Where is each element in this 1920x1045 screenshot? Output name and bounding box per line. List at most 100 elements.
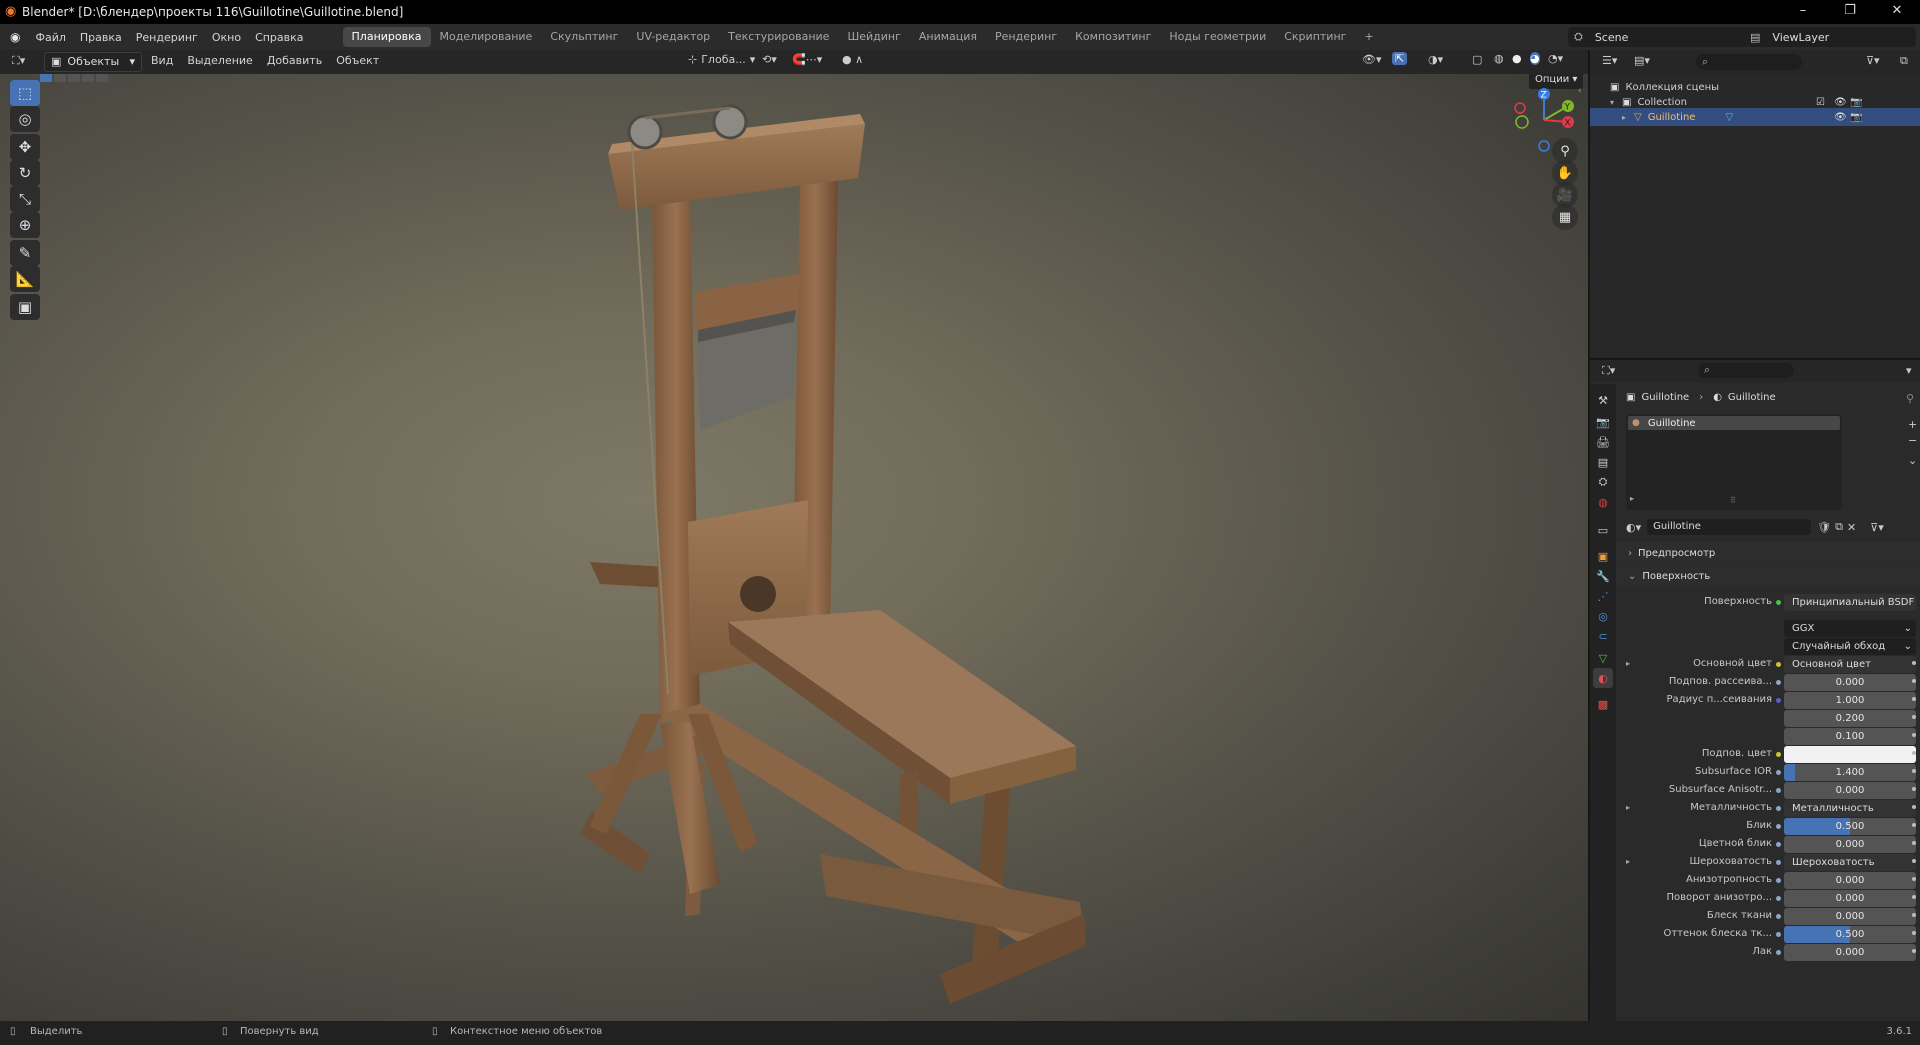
keyframe-dot-icon[interactable] [1912,787,1916,791]
keyframe-dot-icon[interactable] [1912,931,1916,935]
keyframe-dot-icon[interactable] [1912,805,1916,809]
expand-arrow-icon[interactable]: ▸ [1630,494,1634,503]
unlink-icon[interactable]: ✕ [1847,521,1856,534]
workspace-tab-8[interactable]: Композитинг [1066,27,1160,47]
expand-arrow-icon[interactable]: ▸ [1626,659,1630,668]
keyframe-dot-icon[interactable] [1912,841,1916,845]
display-mode-icon[interactable]: ▤▾ [1634,54,1650,67]
workspace-tab-2[interactable]: Скульптинг [541,27,627,47]
world-tab-icon[interactable]: ◍ [1593,492,1613,512]
properties-editor-icon[interactable]: ⛶▾ [1602,364,1615,378]
viewport-menu-1[interactable]: Выделение [180,54,260,67]
subsurface-color-swatch[interactable] [1784,746,1916,763]
resize-grip-icon[interactable]: ⠿ [1730,496,1736,505]
close-button[interactable]: ✕ [1874,0,1920,24]
menu-1[interactable]: Правка [73,31,129,44]
scene-tab-icon[interactable]: ⛭ [1593,472,1613,492]
material-slot[interactable]: ● Guillotine [1628,416,1840,430]
expand-arrow-icon[interactable]: ▾ [1610,98,1620,107]
particles-tab-icon[interactable]: ⋰ [1593,586,1613,606]
pivot-icon[interactable]: ⟲▾ [762,53,777,66]
material-browse-icon[interactable]: ◐▾ [1626,521,1641,534]
keyframe-dot-icon[interactable] [1912,715,1916,719]
property-value-2[interactable]: 1.000 [1784,692,1916,709]
wireframe-shading-icon[interactable]: ◍ [1494,52,1504,65]
menu-0[interactable]: Файл [28,31,72,44]
workspace-tab-7[interactable]: Рендеринг [986,27,1066,47]
add-slot-icon[interactable]: + [1908,418,1917,431]
fake-user-icon[interactable]: 🛡 [1817,521,1831,534]
keyframe-dot-icon[interactable] [1912,949,1916,953]
workspace-tab-5[interactable]: Шейдинг [838,27,909,47]
pin-icon[interactable]: ⚲ [1906,392,1914,405]
surface-shader-field[interactable]: Принципиальный BSDF [1784,594,1916,611]
texture-tab-icon[interactable]: ▩ [1593,694,1613,714]
menu-3[interactable]: Окно [205,31,248,44]
grid-ortho-button[interactable]: ▦ [1552,204,1578,230]
property-value-1[interactable]: 0.000 [1784,674,1916,691]
workspace-tab-3[interactable]: UV-редактор [627,27,719,47]
expand-arrow-icon[interactable]: ▸ [1626,803,1630,812]
outliner-editor-icon[interactable]: ☰▾ [1602,54,1617,67]
property-link-8[interactable]: Металличность [1784,800,1916,817]
object-tab-icon[interactable]: ▣ [1593,546,1613,566]
property-value-4[interactable]: 0.100 [1784,728,1916,745]
data-tab-icon[interactable]: ▽ [1593,648,1613,668]
solid-shading-icon[interactable]: ● [1512,52,1522,65]
view-layer-tab-icon[interactable]: ▤ [1593,452,1613,472]
keyframe-dot-icon[interactable] [1912,679,1916,683]
property-value-12[interactable]: 0.000 [1784,872,1916,889]
eye-icon[interactable]: 👁 [1834,112,1847,123]
workspace-tab-10[interactable]: Скриптинг [1275,27,1355,47]
minimize-button[interactable]: – [1780,0,1826,24]
property-value-3[interactable]: 0.200 [1784,710,1916,727]
property-value-13[interactable]: 0.000 [1784,890,1916,907]
editor-type-icon[interactable]: ⛶▾ [12,54,25,68]
keyframe-dot-icon[interactable] [1912,697,1916,701]
chevron-down-icon[interactable]: ▾ [1906,364,1912,377]
visibility-icon[interactable]: 👁▾ [1362,53,1382,66]
modifier-tab-icon[interactable]: 🔧 [1593,566,1613,586]
collection-tab-icon[interactable]: ▭ [1593,520,1613,540]
workspace-tab-6[interactable]: Анимация [910,27,986,47]
collapse-sidebar-icon[interactable]: ‹ [1578,86,1582,96]
property-value-9[interactable]: 0.500 [1784,818,1916,835]
eye-icon[interactable]: 👁 [1834,97,1847,108]
viewport-menu-3[interactable]: Объект [329,54,386,67]
mode-dropdown[interactable]: ▣ Объекты ▾ [44,52,142,72]
filter-icon[interactable]: ⊽▾ [1866,54,1880,67]
workspace-tab-9[interactable]: Ноды геометрии [1160,27,1275,47]
property-value-7[interactable]: 0.000 [1784,782,1916,799]
constraints-tab-icon[interactable]: ⊂ [1593,626,1613,646]
keyframe-dot-icon[interactable] [1912,895,1916,899]
camera-icon[interactable]: 📷 [1850,97,1862,108]
overlay-icon[interactable]: ◑▾ [1428,53,1443,66]
property-value-6[interactable]: 1.400 [1784,764,1916,781]
properties-search-input[interactable]: ⌕ [1698,363,1794,378]
workspace-tab-4[interactable]: Текстурирование [719,27,838,47]
duplicate-icon[interactable]: ⧉ [1835,520,1843,534]
keyframe-dot-icon[interactable] [1912,859,1916,863]
view-layer-selector[interactable]: ▤ ViewLayer [1744,27,1916,47]
distribution-dropdown[interactable]: GGX ⌄ [1784,620,1916,637]
transform-orientation[interactable]: ⊹ Глоба... ▾ [688,53,755,66]
expand-arrow-icon[interactable]: ▸ [1626,857,1630,866]
scene-selector[interactable]: ⛭ Scene [1568,27,1762,47]
maximize-button[interactable]: ❐ [1827,0,1873,24]
snap-icon[interactable]: 🧲⋯▾ [792,53,822,66]
keyframe-dot-icon[interactable] [1912,877,1916,881]
property-value-15[interactable]: 0.500 [1784,926,1916,943]
rendered-shading-icon[interactable]: ◔▾ [1548,52,1563,65]
surface-panel-header[interactable]: ⌄ Поверхность [1616,565,1920,587]
menu-2[interactable]: Рендеринг [129,31,205,44]
property-value-10[interactable]: 0.000 [1784,836,1916,853]
outliner-search-input[interactable]: ⌕ [1696,54,1802,70]
proportional-edit-icon[interactable]: ● ∧ [842,53,863,66]
gizmo-toggle-icon[interactable]: ⇱ [1392,52,1408,65]
output-tab-icon[interactable]: 🖨 [1593,432,1613,452]
new-collection-icon[interactable]: ⧉ [1900,54,1908,68]
keyframe-dot-icon[interactable] [1912,751,1916,755]
property-value-14[interactable]: 0.000 [1784,908,1916,925]
add-workspace-button[interactable]: + [1355,27,1382,47]
viewport-menu-0[interactable]: Вид [144,54,180,67]
